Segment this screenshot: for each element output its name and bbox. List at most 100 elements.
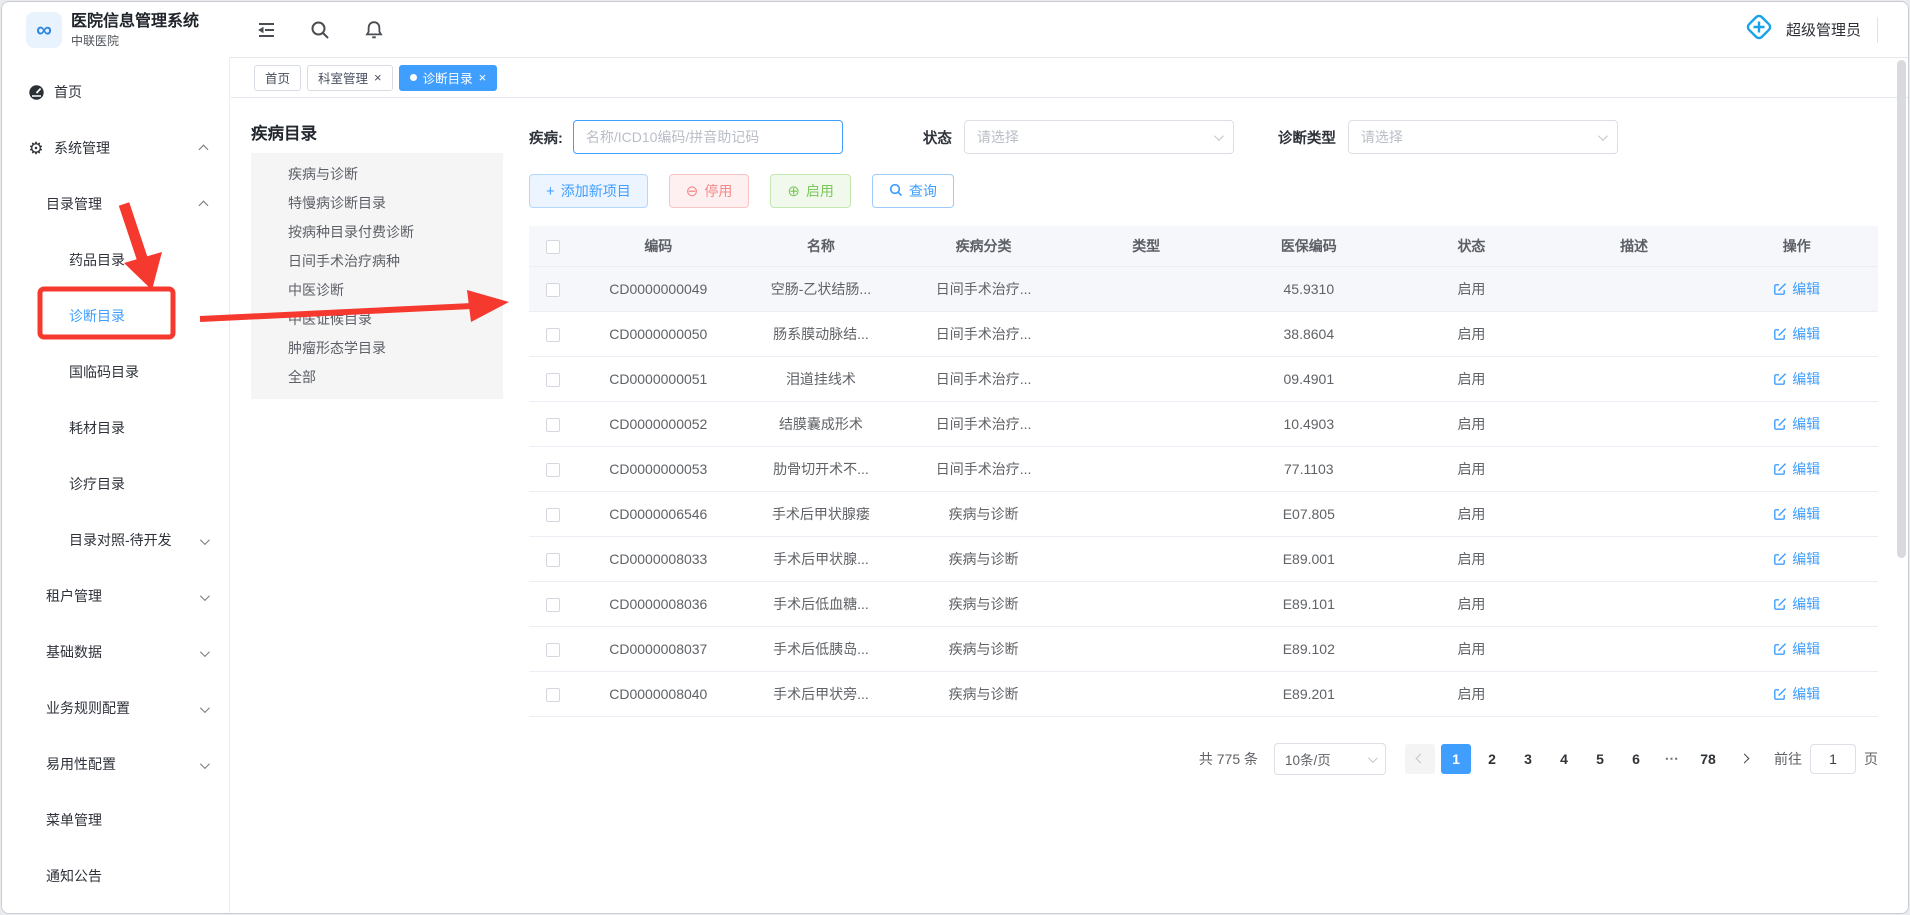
- row-checkbox[interactable]: [546, 463, 560, 477]
- catalog-item[interactable]: 肿瘤形态学目录: [251, 334, 503, 363]
- table-row: CD0000006546 手术后甲状腺瘘 疾病与诊断 E07.805 启用 编辑: [529, 491, 1878, 536]
- edit-button[interactable]: 编辑: [1773, 279, 1820, 299]
- row-checkbox[interactable]: [546, 328, 560, 342]
- cell-type: [1065, 356, 1228, 401]
- row-checkbox[interactable]: [546, 418, 560, 432]
- disable-button[interactable]: ⊖ 停用: [669, 174, 750, 208]
- edit-button[interactable]: 编辑: [1773, 594, 1820, 614]
- cell-category: 疾病与诊断: [902, 581, 1065, 626]
- collapse-sidebar-icon[interactable]: [252, 16, 280, 44]
- sidebar-item-home[interactable]: 首页: [2, 64, 229, 120]
- edit-button[interactable]: 编辑: [1773, 369, 1820, 389]
- enable-button[interactable]: ⊕ 启用: [770, 174, 851, 208]
- tab-department-mgmt[interactable]: 科室管理 ×: [307, 65, 393, 91]
- edit-button[interactable]: 编辑: [1773, 324, 1820, 344]
- sidebar-item-label: 耗材目录: [69, 418, 125, 438]
- sidebar-item-catalog-mapping[interactable]: 目录对照-待开发: [2, 512, 229, 568]
- catalog-item[interactable]: 按病种目录付费诊断: [251, 218, 503, 247]
- table-row: CD0000000049 空肠-乙状结肠... 日间手术治疗... 45.931…: [529, 266, 1878, 311]
- cell-insurance-code: E89.201: [1228, 671, 1391, 716]
- catalog-item[interactable]: 全部: [251, 363, 503, 392]
- user-menu[interactable]: 超级管理员: [1742, 10, 1908, 49]
- select-all-checkbox[interactable]: [546, 240, 560, 254]
- row-checkbox[interactable]: [546, 688, 560, 702]
- row-checkbox[interactable]: [546, 283, 560, 297]
- cell-insurance-code: E89.001: [1228, 536, 1391, 581]
- catalog-item[interactable]: 日间手术治疗病种: [251, 247, 503, 276]
- page-button[interactable]: 1: [1441, 744, 1471, 774]
- add-new-item-button[interactable]: + 添加新项目: [529, 174, 648, 208]
- catalog-item[interactable]: 疾病与诊断: [251, 160, 503, 189]
- edit-button[interactable]: 编辑: [1773, 639, 1820, 659]
- catalog-title: 疾病目录: [251, 120, 503, 153]
- goto-suffix-label: 页: [1864, 749, 1878, 769]
- edit-button[interactable]: 编辑: [1773, 684, 1820, 704]
- query-button[interactable]: 查询: [872, 174, 954, 208]
- edit-button[interactable]: 编辑: [1773, 459, 1820, 479]
- app-title: 医院信息管理系统: [71, 12, 199, 32]
- tab-diagnosis-catalog[interactable]: 诊断目录 ×: [399, 65, 498, 91]
- sidebar-item-diagnosis-catalog[interactable]: 诊断目录: [2, 288, 229, 344]
- cell-status: 启用: [1390, 266, 1553, 311]
- close-icon[interactable]: ×: [479, 71, 487, 84]
- page-button[interactable]: 6: [1621, 744, 1651, 774]
- sidebar-item-usability-config[interactable]: 易用性配置: [2, 736, 229, 792]
- cell-category: 日间手术治疗...: [902, 401, 1065, 446]
- sidebar-item-system-mgmt[interactable]: ⚙ 系统管理: [2, 120, 229, 176]
- row-checkbox[interactable]: [546, 553, 560, 567]
- sidebar-item-drug-catalog[interactable]: 药品目录: [2, 232, 229, 288]
- sidebar-item-treatment-catalog[interactable]: 诊疗目录: [2, 456, 229, 512]
- page-button[interactable]: 78: [1693, 744, 1723, 774]
- page-size-select[interactable]: 10条/页: [1274, 743, 1386, 775]
- catalog-item[interactable]: 中医证候目录: [251, 305, 503, 334]
- page-button[interactable]: 3: [1513, 744, 1543, 774]
- sidebar-item-consumable-catalog[interactable]: 耗材目录: [2, 400, 229, 456]
- cell-code: CD0000000051: [577, 356, 740, 401]
- edit-button[interactable]: 编辑: [1773, 504, 1820, 524]
- edit-button[interactable]: 编辑: [1773, 414, 1820, 434]
- diagnosis-type-select[interactable]: 请选择: [1348, 120, 1618, 154]
- sidebar-item-menu-mgmt[interactable]: 菜单管理: [2, 792, 229, 848]
- status-select[interactable]: 请选择: [964, 120, 1234, 154]
- cell-status: 启用: [1390, 356, 1553, 401]
- sidebar-item-tenant-mgmt[interactable]: 租户管理: [2, 568, 229, 624]
- prev-page-button[interactable]: [1405, 744, 1435, 774]
- col-header-type: 类型: [1065, 226, 1228, 266]
- sidebar-item-basic-data[interactable]: 基础数据: [2, 624, 229, 680]
- cell-status: 启用: [1390, 536, 1553, 581]
- button-label: 停用: [704, 181, 732, 201]
- more-pages-icon[interactable]: ⋯: [1657, 744, 1687, 774]
- cell-insurance-code: E07.805: [1228, 491, 1391, 536]
- row-checkbox[interactable]: [546, 508, 560, 522]
- catalog-item[interactable]: 中医诊断: [251, 276, 503, 305]
- col-header-code: 编码: [577, 226, 740, 266]
- next-page-button[interactable]: [1729, 744, 1759, 774]
- cell-desc: [1553, 266, 1716, 311]
- disease-search-input[interactable]: [573, 120, 843, 154]
- tab-home[interactable]: 首页: [254, 65, 301, 91]
- catalog-item[interactable]: 特慢病诊断目录: [251, 189, 503, 218]
- status-filter-label: 状态: [923, 127, 952, 148]
- edit-label: 编辑: [1792, 324, 1820, 344]
- sidebar-item-catalog-mgmt[interactable]: 目录管理: [2, 176, 229, 232]
- page-button[interactable]: 2: [1477, 744, 1507, 774]
- close-icon[interactable]: ×: [374, 71, 382, 84]
- row-checkbox[interactable]: [546, 373, 560, 387]
- row-checkbox[interactable]: [546, 598, 560, 612]
- page-button[interactable]: 5: [1585, 744, 1615, 774]
- sidebar-item-national-code-catalog[interactable]: 国临码目录: [2, 344, 229, 400]
- top-bar: 超级管理员: [230, 2, 1908, 58]
- sidebar-item-business-rules[interactable]: 业务规则配置: [2, 680, 229, 736]
- page-button[interactable]: 4: [1549, 744, 1579, 774]
- goto-page-input[interactable]: [1810, 744, 1856, 774]
- cell-name: 手术后甲状腺...: [740, 536, 903, 581]
- edit-button[interactable]: 编辑: [1773, 549, 1820, 569]
- brand-text: 医院信息管理系统 中联医院: [71, 12, 199, 49]
- scrollbar-thumb[interactable]: [1897, 60, 1906, 558]
- sidebar-item-notice[interactable]: 通知公告: [2, 848, 229, 904]
- search-icon[interactable]: [306, 16, 334, 44]
- chevron-down-icon: [200, 532, 207, 548]
- row-checkbox[interactable]: [546, 643, 560, 657]
- bell-icon[interactable]: [360, 16, 388, 44]
- header: ∞ 医院信息管理系统 中联医院 超级管理员: [2, 2, 1908, 58]
